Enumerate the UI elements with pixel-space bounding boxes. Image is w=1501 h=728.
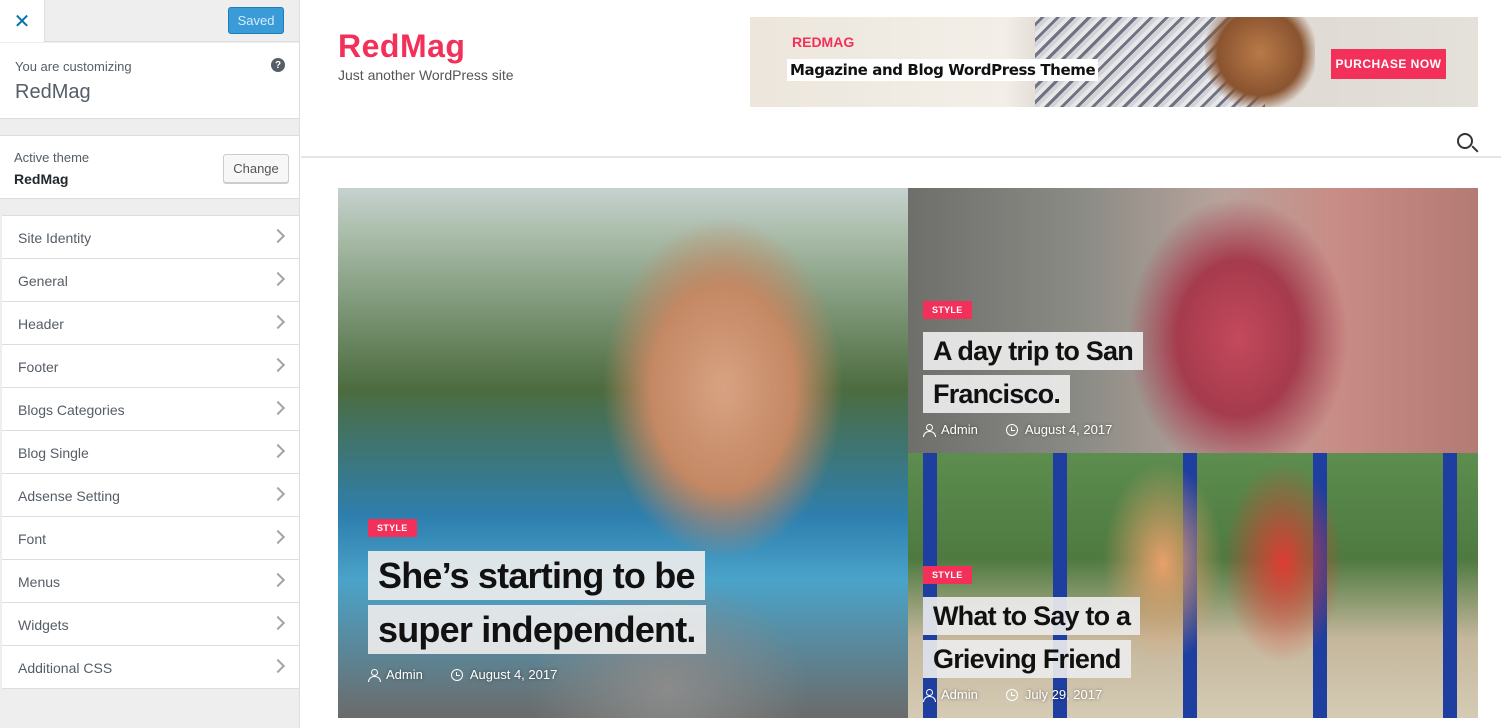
section-label: Adsense Setting xyxy=(18,488,120,504)
section-additional-css[interactable]: Additional CSS xyxy=(2,646,299,689)
section-label: Blog Single xyxy=(18,445,89,461)
customizer-sections: Site Identity General Header Footer Blog… xyxy=(2,215,299,689)
site-title[interactable]: RedMag xyxy=(338,28,465,65)
site-preview: RedMag Just another WordPress site REDMA… xyxy=(301,0,1501,728)
section-label: General xyxy=(18,273,68,289)
customizer-sidebar: ✕ Saved You are customizing RedMag ? Act… xyxy=(0,0,300,728)
post-title-text[interactable]: She’s starting to be super independent. xyxy=(368,551,706,654)
chevron-right-icon xyxy=(270,228,286,244)
section-header[interactable]: Header xyxy=(2,302,299,345)
customizer-header: ✕ Saved xyxy=(0,0,299,42)
section-label: Menus xyxy=(18,574,61,590)
post-author-name[interactable]: Admin xyxy=(386,667,423,682)
customize-info: You are customizing RedMag ? xyxy=(0,43,299,119)
post-date: August 4, 2017 xyxy=(450,667,558,682)
chevron-right-icon xyxy=(270,314,286,330)
section-label: Blogs Categories xyxy=(18,402,125,418)
section-label: Footer xyxy=(18,359,59,375)
chevron-right-icon xyxy=(270,658,286,674)
featured-post-main[interactable]: STYLE She’s starting to be super indepen… xyxy=(338,188,908,718)
user-icon xyxy=(368,668,381,682)
purchase-now-button[interactable]: PURCHASE NOW xyxy=(1331,49,1446,79)
active-theme-label: Active theme xyxy=(14,150,90,165)
post-meta: Admin July 29, 2017 xyxy=(923,687,1102,702)
post-category-tag[interactable]: STYLE xyxy=(368,519,417,537)
post-title[interactable]: She’s starting to be super independent. xyxy=(368,549,788,657)
customizing-site-name: RedMag xyxy=(15,81,91,103)
user-icon xyxy=(923,423,936,437)
post-category-tag[interactable]: STYLE xyxy=(923,566,972,584)
site-tagline: Just another WordPress site xyxy=(338,67,514,83)
active-theme-name: RedMag xyxy=(14,171,69,187)
section-label: Additional CSS xyxy=(18,660,113,676)
post-date-text: July 29, 2017 xyxy=(1024,687,1103,702)
user-icon xyxy=(923,688,936,702)
chevron-right-icon xyxy=(270,615,286,631)
post-date: August 4, 2017 xyxy=(1005,422,1113,437)
chevron-right-icon xyxy=(270,400,286,416)
help-icon[interactable]: ? xyxy=(271,58,285,72)
section-menus[interactable]: Menus xyxy=(2,560,299,603)
chevron-right-icon xyxy=(270,529,286,545)
ad-banner-bag-image xyxy=(1205,17,1315,107)
change-theme-button[interactable]: Change xyxy=(223,154,289,183)
search-icon[interactable] xyxy=(1457,133,1473,149)
section-blog-single[interactable]: Blog Single xyxy=(2,431,299,474)
section-site-identity[interactable]: Site Identity xyxy=(2,216,299,259)
section-label: Font xyxy=(18,531,47,547)
post-meta: Admin August 4, 2017 xyxy=(368,667,557,682)
post-author: Admin xyxy=(368,667,423,682)
featured-post-top-right[interactable]: STYLE A day trip to San Francisco. Admin… xyxy=(908,188,1478,453)
post-date-text: August 4, 2017 xyxy=(469,667,558,682)
chevron-right-icon xyxy=(270,572,286,588)
post-title[interactable]: A day trip to San Francisco. xyxy=(923,330,1143,416)
post-author-name[interactable]: Admin xyxy=(941,687,978,702)
post-category-tag[interactable]: STYLE xyxy=(923,301,972,319)
section-label: Header xyxy=(18,316,64,332)
ad-text: Magazine and Blog WordPress Theme xyxy=(787,59,1099,81)
site-header: RedMag Just another WordPress site REDMA… xyxy=(301,0,1501,158)
clock-icon xyxy=(1005,688,1018,701)
saved-button[interactable]: Saved xyxy=(228,7,284,34)
chevron-right-icon xyxy=(270,486,286,502)
chevron-right-icon xyxy=(270,443,286,459)
section-blogs-categories[interactable]: Blogs Categories xyxy=(2,388,299,431)
section-widgets[interactable]: Widgets xyxy=(2,603,299,646)
ad-brand: REDMAG xyxy=(792,34,855,50)
close-icon[interactable]: ✕ xyxy=(0,0,45,42)
post-author: Admin xyxy=(923,687,978,702)
section-adsense-setting[interactable]: Adsense Setting xyxy=(2,474,299,517)
active-theme-panel: Active theme RedMag Change xyxy=(0,135,299,199)
chevron-right-icon xyxy=(270,357,286,373)
section-footer[interactable]: Footer xyxy=(2,345,299,388)
section-font[interactable]: Font xyxy=(2,517,299,560)
post-author: Admin xyxy=(923,422,978,437)
post-title-text[interactable]: A day trip to San Francisco. xyxy=(923,332,1143,413)
post-title[interactable]: What to Say to a Grieving Friend xyxy=(923,595,1233,681)
section-label: Site Identity xyxy=(18,230,92,246)
section-label: Widgets xyxy=(18,617,69,633)
customizing-label: You are customizing xyxy=(15,59,132,74)
featured-post-bottom-right[interactable]: STYLE What to Say to a Grieving Friend A… xyxy=(908,453,1478,718)
post-meta: Admin August 4, 2017 xyxy=(923,422,1112,437)
post-title-text[interactable]: What to Say to a Grieving Friend xyxy=(923,597,1141,678)
section-general[interactable]: General xyxy=(2,259,299,302)
post-author-name[interactable]: Admin xyxy=(941,422,978,437)
clock-icon xyxy=(1005,423,1018,436)
post-date: July 29, 2017 xyxy=(1005,687,1103,702)
ad-banner[interactable]: REDMAG Magazine and Blog WordPress Theme… xyxy=(750,17,1478,107)
post-date-text: August 4, 2017 xyxy=(1024,422,1113,437)
clock-icon xyxy=(450,668,463,681)
chevron-right-icon xyxy=(270,271,286,287)
